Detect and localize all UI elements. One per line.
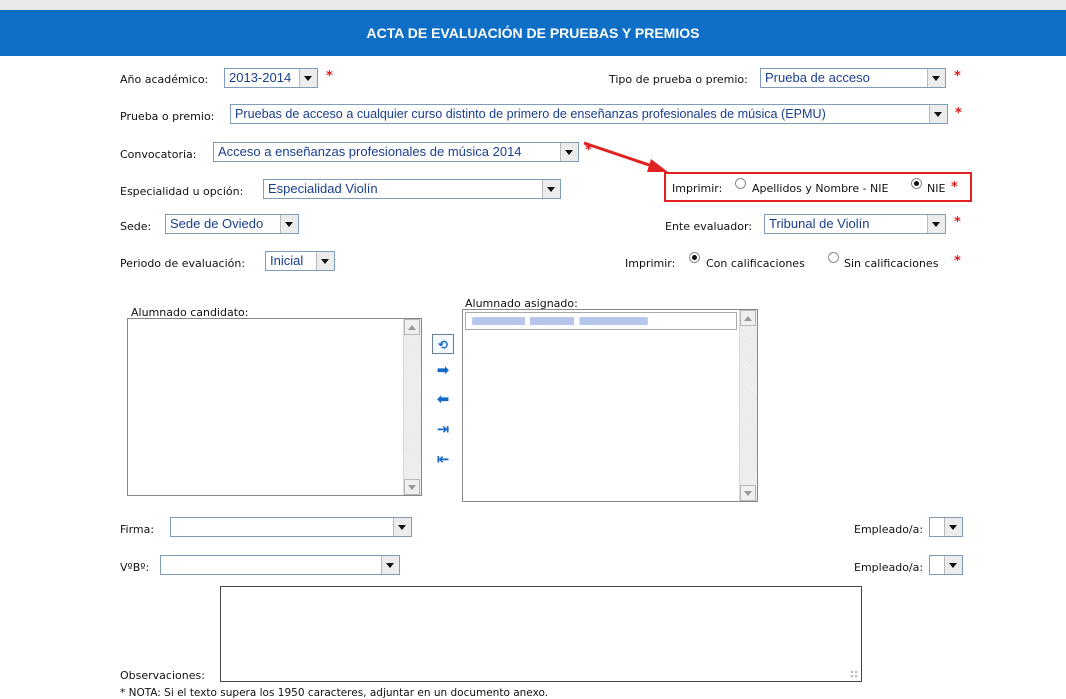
- imprimir-nombre-label: Imprimir:: [672, 182, 723, 195]
- required-mark: *: [951, 180, 958, 195]
- chevron-down-icon: [927, 69, 945, 87]
- chevron-down-icon: [944, 518, 962, 536]
- move-all-right-icon[interactable]: ⇥: [432, 419, 454, 439]
- scroll-up-icon[interactable]: [404, 319, 420, 335]
- scrollbar[interactable]: [739, 310, 757, 501]
- chevron-down-icon: [280, 215, 298, 233]
- chevron-down-icon: [927, 215, 945, 233]
- chevron-down-icon: [560, 143, 578, 161]
- prueba-premio-select[interactable]: Pruebas de acceso a cualquier curso dist…: [230, 104, 948, 124]
- resize-grip-icon[interactable]: [850, 670, 858, 678]
- empleado-select-2[interactable]: [929, 555, 963, 575]
- observaciones-label: Observaciones:: [120, 669, 205, 682]
- imprimir-calif-label: Imprimir:: [625, 257, 676, 270]
- convocatoria-label: Convocatoria:: [120, 148, 197, 161]
- sede-label: Sede:: [120, 220, 152, 233]
- radio-apellidos-nombre-label: Apellidos y Nombre - NIE: [752, 182, 889, 195]
- prueba-premio-label: Prueba o premio:: [120, 110, 215, 123]
- periodo-select[interactable]: Inicial: [265, 251, 335, 271]
- empleado-label: Empleado/a:: [854, 561, 924, 574]
- firma-label: Firma:: [120, 523, 155, 536]
- chevron-down-icon: [542, 180, 560, 198]
- tipo-prueba-label: Tipo de prueba o premio:: [609, 73, 748, 86]
- nota-text: * NOTA: Si el texto supera los 1950 cara…: [120, 687, 549, 699]
- chevron-down-icon: [929, 105, 947, 123]
- move-left-icon[interactable]: ⬅: [432, 389, 454, 409]
- required-mark: *: [954, 254, 961, 269]
- vobo-select[interactable]: [160, 555, 400, 575]
- radio-sin-calificaciones[interactable]: [828, 252, 839, 263]
- refresh-icon[interactable]: ⟲: [432, 334, 454, 354]
- tipo-prueba-select[interactable]: Prueba de acceso: [760, 68, 946, 88]
- periodo-label: Periodo de evaluación:: [120, 257, 246, 270]
- ente-evaluador-select[interactable]: Tribunal de Violín: [764, 214, 946, 234]
- radio-nie[interactable]: [911, 178, 922, 189]
- radio-apellidos-nombre[interactable]: [735, 178, 746, 189]
- chevron-down-icon: [299, 69, 317, 87]
- especialidad-select[interactable]: Especialidad Violín: [263, 179, 561, 199]
- scroll-down-icon[interactable]: [740, 485, 756, 501]
- scrollbar[interactable]: [403, 319, 421, 495]
- radio-con-calificaciones-label: Con calificaciones: [706, 257, 805, 270]
- list-item[interactable]: [465, 312, 737, 330]
- required-mark: *: [954, 215, 961, 230]
- radio-nie-label: NIE: [927, 182, 946, 195]
- sede-select[interactable]: Sede de Oviedo: [165, 214, 299, 234]
- empleado-select-1[interactable]: [929, 517, 963, 537]
- chevron-down-icon: [944, 556, 962, 574]
- required-mark: *: [954, 69, 961, 84]
- chevron-down-icon: [316, 252, 334, 270]
- redacted-name: [472, 317, 648, 325]
- observaciones-textarea[interactable]: [220, 586, 862, 682]
- empleado-label: Empleado/a:: [854, 523, 924, 536]
- vobo-label: VºBº:: [120, 561, 150, 574]
- alumnado-candidato-list[interactable]: [127, 318, 422, 496]
- anio-academico-label: Año académico:: [120, 73, 209, 86]
- scroll-down-icon[interactable]: [404, 479, 420, 495]
- firma-select[interactable]: [170, 517, 412, 537]
- required-mark: *: [955, 106, 962, 121]
- alumnado-asignado-list[interactable]: [462, 309, 758, 502]
- move-right-icon[interactable]: ➡: [432, 360, 454, 380]
- anio-academico-select[interactable]: 2013-2014: [224, 68, 318, 88]
- scroll-up-icon[interactable]: [740, 310, 756, 326]
- chevron-down-icon: [381, 556, 399, 574]
- radio-con-calificaciones[interactable]: [689, 252, 700, 263]
- especialidad-label: Especialidad u opción:: [120, 185, 244, 198]
- chevron-down-icon: [393, 518, 411, 536]
- required-mark: *: [326, 69, 333, 84]
- move-all-left-icon[interactable]: ⇤: [432, 449, 454, 469]
- page-title: ACTA DE EVALUACIÓN DE PRUEBAS Y PREMIOS: [0, 10, 1066, 56]
- convocatoria-select[interactable]: Acceso a enseñanzas profesionales de mús…: [213, 142, 579, 162]
- ente-evaluador-label: Ente evaluador:: [665, 220, 753, 233]
- radio-sin-calificaciones-label: Sin calificaciones: [844, 257, 939, 270]
